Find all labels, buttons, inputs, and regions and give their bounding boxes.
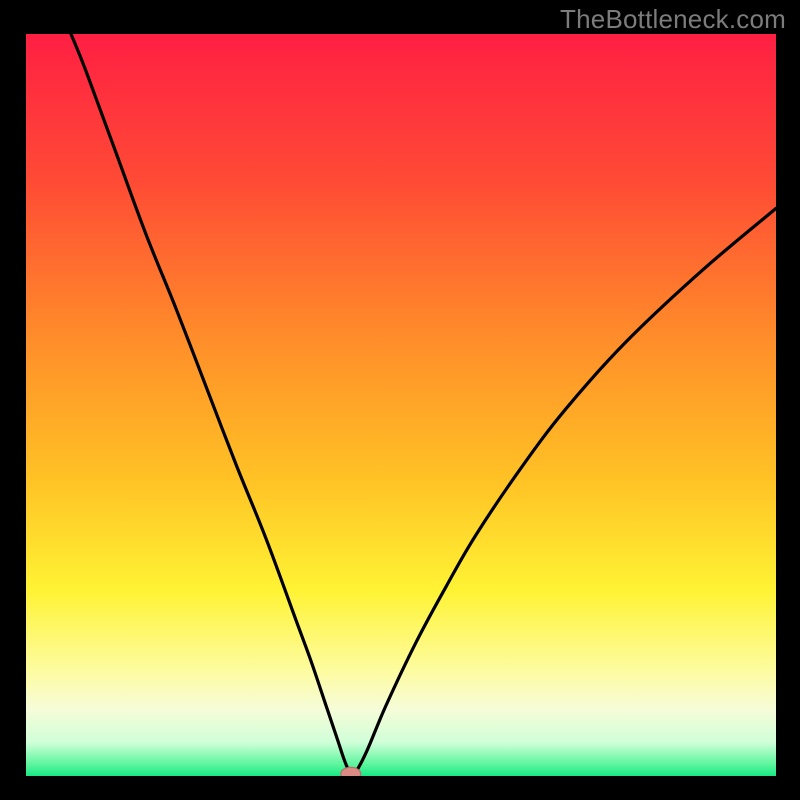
watermark-text: TheBottleneck.com (560, 4, 786, 35)
chart-frame: TheBottleneck.com (0, 0, 800, 800)
chart-svg (26, 34, 776, 776)
minimum-marker (341, 767, 361, 776)
gradient-background (26, 34, 776, 776)
plot-area (26, 34, 776, 776)
